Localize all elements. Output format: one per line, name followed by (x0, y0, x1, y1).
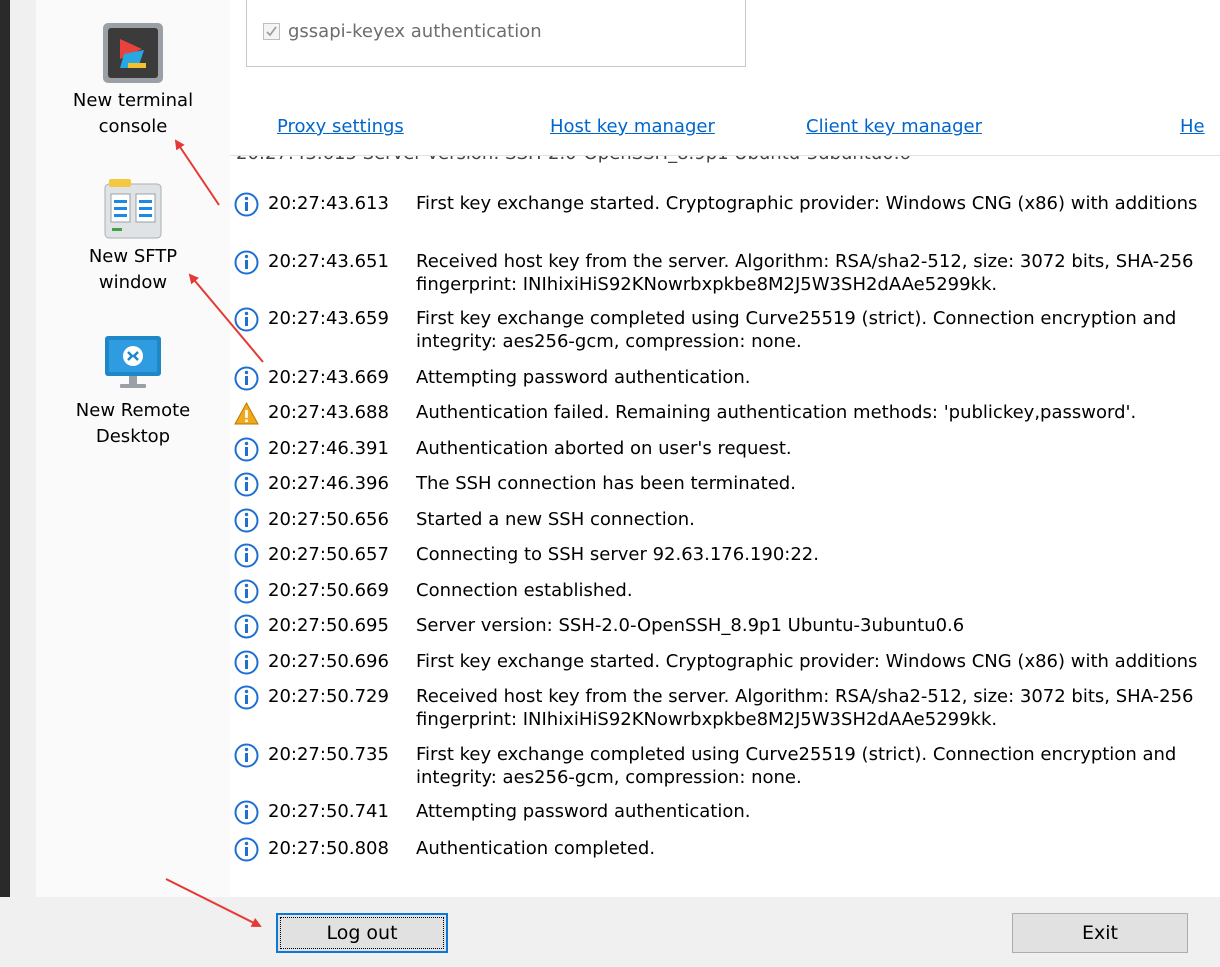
log-timestamp: 20:27:46.391 (268, 438, 389, 459)
info-icon-glyph (234, 743, 259, 768)
footer-bar: Log out Exit (0, 897, 1220, 967)
info-icon (234, 472, 259, 497)
info-icon-glyph (234, 366, 259, 391)
log-timestamp: 20:27:50.695 (268, 615, 389, 636)
info-icon-glyph (234, 307, 259, 332)
info-icon-glyph (234, 614, 259, 639)
log-message: Authentication completed. (416, 838, 656, 859)
info-icon-glyph (234, 579, 259, 604)
warning-icon (234, 401, 259, 426)
log-message: First key exchange started. Cryptographi… (416, 193, 1198, 214)
info-icon (234, 307, 259, 332)
info-icon (234, 366, 259, 391)
log-message: Attempting password authentication. (416, 801, 751, 822)
terminal-icon (102, 22, 164, 84)
exit-label: Exit (1082, 922, 1118, 944)
log-timestamp: 20:27:50.656 (268, 509, 389, 530)
log-message: Received host key from the server. Algor… (416, 251, 1194, 295)
info-icon-glyph (234, 543, 259, 568)
log-partial-text: 20:27:43.615 Server version: SSH-2.0-Ope… (236, 156, 911, 165)
info-icon-glyph (234, 472, 259, 497)
info-icon (234, 543, 259, 568)
info-icon (234, 614, 259, 639)
log-timestamp: 20:27:43.669 (268, 367, 389, 388)
log-message: Attempting password authentication. (416, 367, 751, 388)
info-icon (234, 508, 259, 533)
log-message: Authentication failed. Remaining authent… (416, 402, 1137, 423)
info-icon-glyph (234, 192, 259, 217)
log-timestamp: 20:27:43.651 (268, 251, 389, 272)
info-icon-glyph (234, 250, 259, 275)
host-key-manager-link[interactable]: Host key manager (550, 116, 715, 137)
proxy-settings-link[interactable]: Proxy settings (277, 116, 404, 137)
log-message: First key exchange completed using Curve… (416, 308, 1177, 352)
log-message: The SSH connection has been terminated. (416, 473, 796, 494)
info-icon (234, 650, 259, 675)
info-icon-glyph (234, 837, 259, 862)
info-icon (234, 743, 259, 768)
info-icon (234, 192, 259, 217)
log-out-label: Log out (326, 922, 398, 944)
log-message: First key exchange completed using Curve… (416, 744, 1177, 788)
info-icon (234, 250, 259, 275)
log-message: Server version: SSH-2.0-OpenSSH_8.9p1 Ub… (416, 615, 965, 636)
info-icon-glyph (234, 437, 259, 462)
sidebar: New terminal console New SFTP window New… (36, 0, 230, 897)
log-timestamp: 20:27:50.729 (268, 686, 389, 707)
info-icon-glyph (234, 685, 259, 710)
log-message: First key exchange started. Cryptographi… (416, 651, 1198, 672)
options-panel: gssapi-keyex authentication Proxy settin… (230, 0, 1220, 155)
warning-icon-glyph (234, 401, 259, 425)
remote-desktop-icon (102, 332, 164, 394)
sidebar-item-new-terminal-console[interactable]: New terminal console (36, 22, 230, 140)
log-timestamp: 20:27:50.735 (268, 744, 389, 765)
log-timestamp: 20:27:50.696 (268, 651, 389, 672)
info-icon (234, 579, 259, 604)
info-icon (234, 437, 259, 462)
info-icon (234, 800, 259, 825)
log-message: Started a new SSH connection. (416, 509, 695, 530)
log-timestamp: 20:27:43.659 (268, 308, 389, 329)
gssapi-keyex-label: gssapi-keyex authentication (288, 21, 542, 42)
log-timestamp: 20:27:46.396 (268, 473, 389, 494)
log-timestamp: 20:27:50.669 (268, 580, 389, 601)
log-timestamp: 20:27:50.741 (268, 801, 389, 822)
info-icon-glyph (234, 508, 259, 533)
log-timestamp: 20:27:50.657 (268, 544, 389, 565)
log-message: Authentication aborted on user's request… (416, 438, 792, 459)
sidebar-item-new-sftp-window[interactable]: New SFTP window (36, 178, 230, 296)
sidebar-item-label: New terminal console (72, 90, 194, 137)
connection-log[interactable]: 20:27:43.615 Server version: SSH-2.0-Ope… (230, 155, 1220, 898)
info-icon (234, 837, 259, 862)
sidebar-item-new-remote-desktop[interactable]: New Remote Desktop (36, 332, 230, 450)
gssapi-keyex-checkbox[interactable] (263, 23, 280, 40)
sidebar-item-label: New Remote Desktop (75, 400, 191, 447)
checkmark-icon (266, 26, 277, 37)
info-icon-glyph (234, 800, 259, 825)
info-icon (234, 685, 259, 710)
log-out-button[interactable]: Log out (276, 913, 448, 953)
info-icon-glyph (234, 650, 259, 675)
exit-button[interactable]: Exit (1012, 913, 1188, 953)
sidebar-item-label: New SFTP window (88, 246, 178, 293)
log-timestamp: 20:27:43.613 (268, 193, 389, 214)
log-timestamp: 20:27:43.688 (268, 402, 389, 423)
help-link[interactable]: He (1180, 116, 1205, 137)
window-left-edge (0, 0, 10, 967)
log-timestamp: 20:27:50.808 (268, 838, 389, 859)
log-message: Connection established. (416, 580, 633, 601)
sftp-icon (102, 178, 164, 240)
log-message: Connecting to SSH server 92.63.176.190:2… (416, 544, 819, 565)
log-message: Received host key from the server. Algor… (416, 686, 1194, 730)
client-key-manager-link[interactable]: Client key manager (806, 116, 982, 137)
